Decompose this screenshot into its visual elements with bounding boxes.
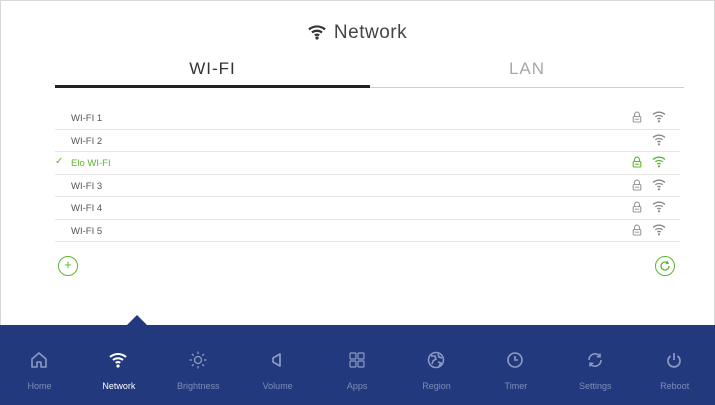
nav-item-reboot[interactable]: Reboot [635, 325, 714, 405]
nav-item-home[interactable]: Home [0, 325, 79, 405]
nav-item-brightness[interactable]: Brightness [159, 325, 238, 405]
wifi-icon [108, 350, 128, 370]
lock-icon [632, 179, 642, 191]
sun-icon [188, 350, 208, 370]
wifi-signal-icon [652, 155, 666, 168]
bottom-navbar: Home Network Brightness Volume Apps Region Tim… [0, 325, 715, 405]
network-row[interactable]: WI-FI 3 [55, 175, 680, 197]
active-tab-indicator [127, 315, 147, 325]
network-name: WI-FI 5 [71, 225, 103, 237]
wifi-signal-icon [652, 178, 666, 191]
nav-label: Home [27, 381, 52, 391]
clock-icon [505, 350, 525, 370]
network-name: WI-FI 3 [71, 180, 103, 192]
globe-icon [426, 350, 446, 370]
tab-bar: WI-FI LAN [55, 54, 684, 88]
network-name: WI-FI 4 [71, 203, 103, 214]
add-network-button[interactable]: + [58, 256, 78, 276]
lock-icon [632, 224, 642, 236]
network-list: WI-FI 1 WI-FI 2 ✓ Elo WI-FI WI-FI 3 WI-FI 4 WI… [55, 107, 680, 242]
network-name: WI-FI 1 [71, 113, 103, 124]
network-row[interactable]: WI-FI 2 [55, 130, 680, 152]
nav-label: Region [422, 381, 451, 391]
home-icon [29, 350, 49, 370]
nav-item-volume[interactable]: Volume [238, 325, 317, 405]
lock-icon [632, 201, 642, 213]
nav-item-network[interactable]: Network [79, 325, 158, 405]
network-row[interactable]: ✓ Elo WI-FI [55, 152, 680, 175]
lock-icon [632, 111, 642, 123]
page-title: Network [333, 22, 408, 43]
lock-icon [632, 156, 642, 168]
wifi-signal-icon [652, 223, 666, 236]
nav-item-region[interactable]: Region [397, 325, 476, 405]
nav-item-apps[interactable]: Apps [318, 325, 397, 405]
plus-circle-icon: + [64, 257, 72, 272]
tab-lan[interactable]: LAN [370, 54, 684, 88]
nav-label: Reboot [660, 381, 690, 391]
nav-label: Settings [579, 381, 612, 391]
refresh-networks-button[interactable] [655, 256, 675, 276]
nav-label: Brightness [177, 381, 220, 391]
power-icon [664, 350, 684, 370]
wifi-signal-icon [652, 110, 666, 123]
network-row[interactable]: WI-FI 5 [55, 220, 680, 242]
network-row[interactable]: WI-FI 4 [55, 197, 680, 220]
network-name: WI-FI 2 [71, 135, 103, 147]
wifi-icon [308, 24, 326, 46]
nav-item-timer[interactable]: Timer [476, 325, 555, 405]
settings-cycle-icon [585, 350, 605, 370]
check-icon: ✓ [55, 156, 64, 167]
tab-wifi[interactable]: WI-FI [55, 54, 370, 88]
nav-label: Timer [504, 381, 528, 391]
wifi-signal-icon [652, 133, 666, 146]
network-row[interactable]: WI-FI 1 [55, 107, 680, 130]
network-name: Elo WI-FI [71, 158, 111, 169]
apps-grid-icon [347, 350, 367, 370]
page-header: Network [0, 22, 715, 46]
speaker-icon [267, 350, 287, 370]
nav-label: Network [102, 381, 136, 391]
nav-label: Volume [262, 381, 293, 391]
nav-item-settings[interactable]: Settings [556, 325, 635, 405]
wifi-signal-icon [652, 200, 666, 213]
nav-label: Apps [346, 381, 368, 391]
refresh-icon [660, 260, 670, 271]
